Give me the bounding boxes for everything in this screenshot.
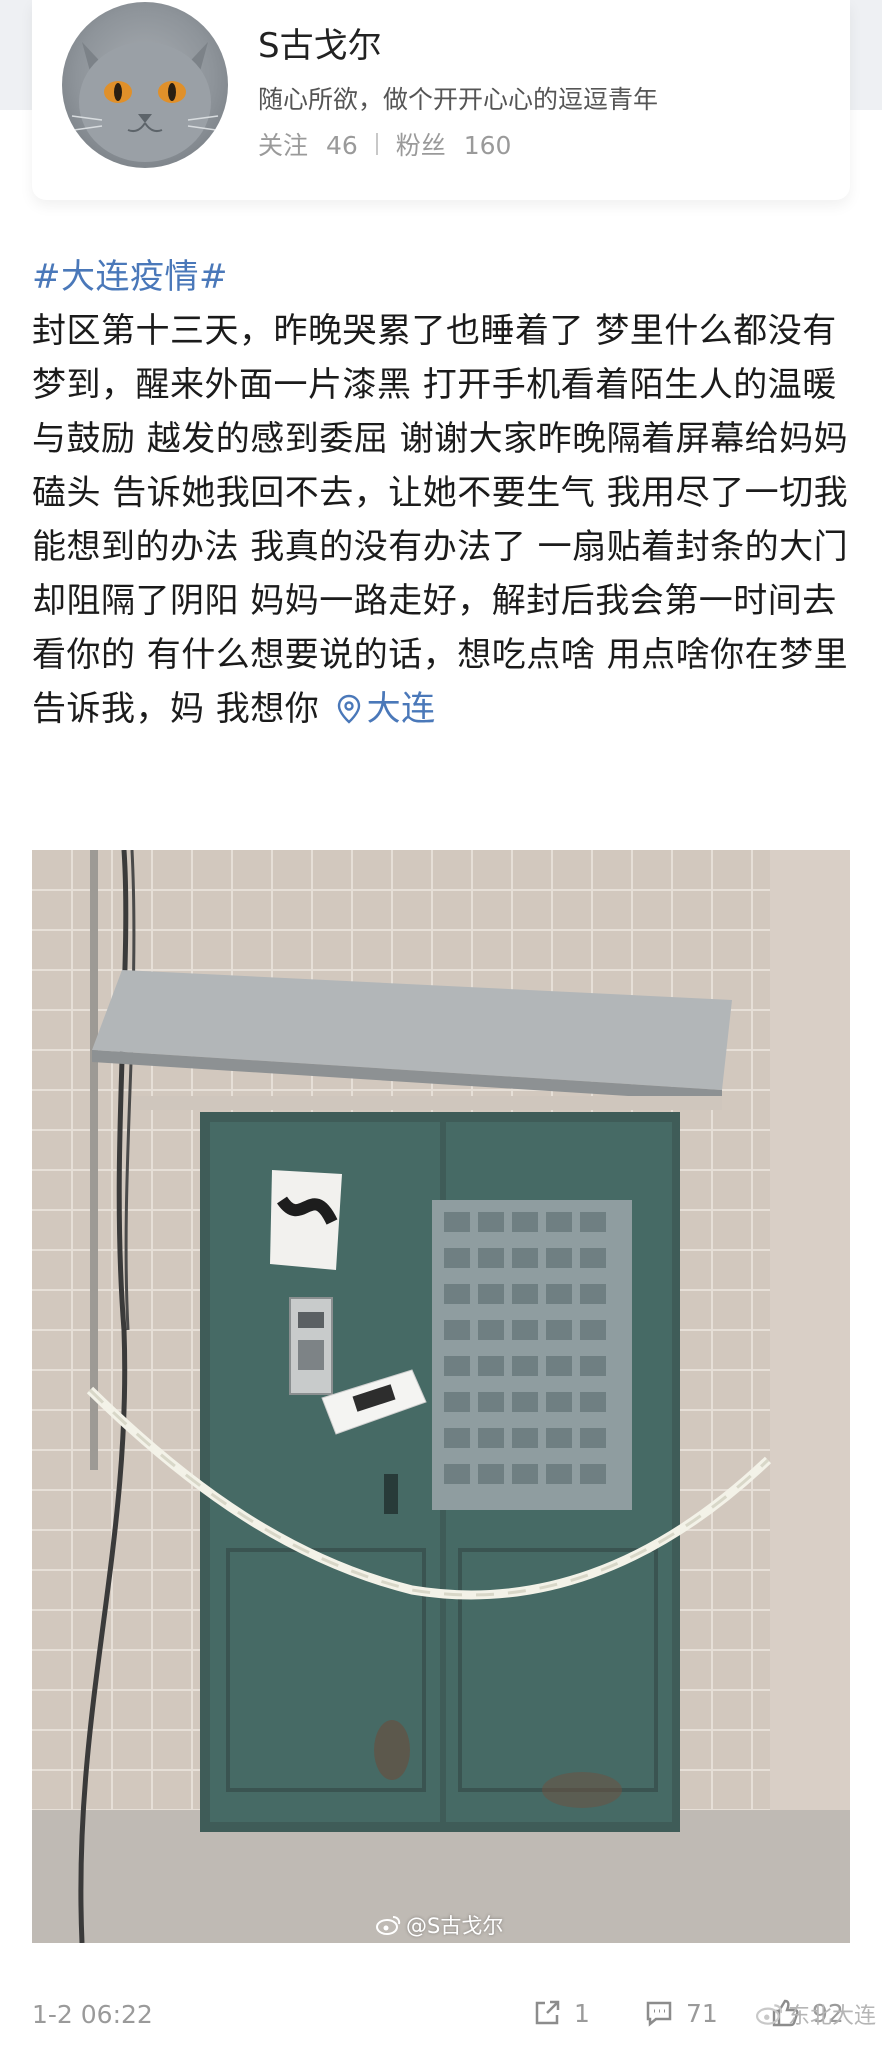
repost-icon <box>535 2000 560 2025</box>
comment-button[interactable]: 71 <box>644 1998 718 2028</box>
source-watermark: 东北大连 <box>755 1998 876 2030</box>
following-count: 46 <box>325 131 358 160</box>
hashtag-link[interactable]: #大连疫情# <box>32 250 852 304</box>
repost-button[interactable]: 1 <box>532 1998 590 2028</box>
location-pin-icon <box>337 694 360 724</box>
followers-count: 160 <box>463 131 512 160</box>
comment-count: 71 <box>686 1998 718 2028</box>
location-link[interactable]: 大连 <box>331 689 436 729</box>
source-text: 东北大连 <box>787 2004 876 2029</box>
post-image[interactable] <box>32 850 850 1943</box>
user-stats: 关注 46 粉丝 160 <box>258 126 511 162</box>
following-link[interactable]: 关注 46 <box>258 126 358 162</box>
followers-link[interactable]: 粉丝 160 <box>396 126 512 162</box>
location-label: 大连 <box>366 689 436 729</box>
following-label: 关注 <box>258 131 309 160</box>
followers-label: 粉丝 <box>395 131 446 160</box>
post-content: #大连疫情# 封区第十三天，昨晚哭累了也睡着了 梦里什么都没有梦到，醒来外面一片… <box>32 250 852 736</box>
weibo-logo-icon <box>376 1916 401 1935</box>
weibo-logo-icon <box>755 2004 783 2025</box>
username[interactable]: S古戈尔 <box>258 18 382 67</box>
stats-divider <box>375 133 378 155</box>
post-footer: 1-2 06:22 1 71 92 <box>32 1990 850 2040</box>
repost-count: 1 <box>574 1998 590 2028</box>
image-watermark: @S古戈尔 <box>376 1910 503 1940</box>
post-timestamp: 1-2 06:22 <box>32 2000 153 2029</box>
avatar[interactable] <box>62 2 228 168</box>
image-watermark-text: @S古戈尔 <box>406 1914 504 1938</box>
user-bio: 随心所欲，做个开开心心的逗逗青年 <box>258 85 659 114</box>
comment-icon <box>646 2001 672 2027</box>
post-body: 封区第十三天，昨晚哭累了也睡着了 梦里什么都没有梦到，醒来外面一片漆黑 打开手机… <box>32 311 849 729</box>
